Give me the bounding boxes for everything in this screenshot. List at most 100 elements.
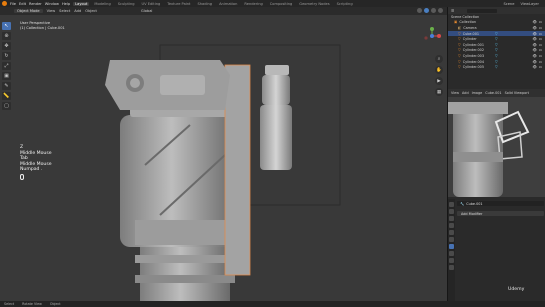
output-props-icon[interactable] — [449, 216, 454, 221]
visibility-eye-icon[interactable]: 👁 — [533, 54, 537, 58]
properties-tabs — [448, 199, 455, 301]
camera-preview-viewport[interactable] — [448, 97, 545, 197]
add-modifier-button[interactable]: Add Modifier — [457, 211, 544, 216]
workspace-tab-compositing[interactable]: Compositing — [268, 2, 295, 6]
material-props-icon[interactable] — [449, 265, 454, 270]
visibility-eye-icon[interactable]: 👁 — [533, 26, 537, 30]
camera-view-icon[interactable]: ▶ — [435, 77, 443, 85]
sub-menu-add[interactable]: Add — [462, 91, 469, 95]
visibility-eye-icon[interactable]: 👁 — [533, 65, 537, 69]
render-visibility-icon[interactable]: ▭ — [539, 26, 542, 30]
workspace-tab-texture-paint[interactable]: Texture Paint — [165, 2, 192, 6]
workspace-tab-shading[interactable]: Shading — [195, 2, 214, 6]
preview-grenade-body — [260, 105, 292, 170]
perspective-toggle-icon[interactable]: ▦ — [435, 88, 443, 96]
blender-logo-icon[interactable] — [2, 1, 7, 6]
render-visibility-icon[interactable]: ▭ — [539, 43, 542, 47]
visibility-eye-icon[interactable]: 👁 — [533, 60, 537, 64]
workspace-tab-scripting[interactable]: Scripting — [335, 2, 355, 6]
modifier-props-icon[interactable] — [449, 244, 454, 249]
workspace-tab-geometry-nodes[interactable]: Geometry Nodes — [297, 2, 331, 6]
visibility-eye-icon[interactable]: 👁 — [533, 37, 537, 41]
workspace-tab-animation[interactable]: Animation — [217, 2, 239, 6]
render-visibility-icon[interactable]: ▭ — [539, 60, 542, 64]
transform-orientation-selector[interactable]: Global — [141, 9, 152, 13]
3d-viewport[interactable]: ↖ ⊕ ✥ ↻ ⤢ ▣ ✎ 📏 ▢ User Perspective (1) C… — [0, 15, 447, 301]
workspace-tab-modeling[interactable]: Modeling — [92, 2, 112, 6]
z-axis-icon[interactable] — [430, 34, 434, 38]
menu-file[interactable]: File — [10, 2, 16, 6]
move-tool-icon[interactable]: ✥ — [2, 42, 11, 50]
outliner-row[interactable]: ▽ Cylinder.005 ▽ 👁 ▭ — [448, 64, 545, 70]
mesh-icon: ▽ — [458, 53, 461, 58]
status-select: Select — [4, 302, 15, 306]
collection-icon: ▣ — [454, 20, 458, 25]
visibility-eye-icon[interactable]: 👁 — [533, 43, 537, 47]
outliner-row-label: Camera — [463, 25, 477, 30]
outliner-search-input[interactable] — [467, 8, 498, 13]
select-tool-icon[interactable]: ↖ — [2, 22, 11, 30]
material-shading-icon[interactable] — [431, 8, 436, 13]
x-axis-icon[interactable] — [437, 34, 441, 38]
menu-help[interactable]: Help — [62, 2, 70, 6]
right-panel: ☰ Scene Collection ▣ Collection 👁 ▭ ◧ Camera 👁… — [447, 7, 545, 301]
object-props-icon[interactable] — [449, 237, 454, 242]
zoom-icon[interactable]: ⌕ — [435, 55, 443, 63]
pan-hand-icon[interactable]: ✋ — [435, 66, 443, 74]
outliner-editor-icon[interactable]: ☰ — [451, 9, 454, 13]
render-visibility-icon[interactable]: ▭ — [539, 48, 542, 52]
sub-image-name[interactable]: Cube.001 — [485, 91, 501, 95]
particles-props-icon[interactable] — [449, 251, 454, 256]
viewport-menu-object[interactable]: Object — [85, 9, 97, 13]
menu-edit[interactable]: Edit — [19, 2, 26, 6]
sub-menu-view[interactable]: View — [451, 91, 459, 95]
render-visibility-icon[interactable]: ▭ — [539, 65, 542, 69]
transform-tool-icon[interactable]: ▣ — [2, 72, 11, 80]
mesh-data-icon: ▽ — [495, 37, 498, 42]
visibility-eye-icon[interactable]: 👁 — [533, 32, 537, 36]
workspace-tab-rendering[interactable]: Rendering — [242, 2, 264, 6]
physics-props-icon[interactable] — [449, 258, 454, 263]
mode-selector[interactable]: Object Mode — [14, 9, 43, 13]
viewport-menu-select[interactable]: Select — [59, 9, 70, 13]
render-props-icon[interactable] — [449, 209, 454, 214]
render-visibility-icon[interactable]: ▭ — [539, 20, 542, 24]
solid-shading-icon[interactable] — [424, 8, 429, 13]
workspace-tab-sculpting[interactable]: Sculpting — [116, 2, 137, 6]
workspace-tab-uv-editing[interactable]: UV Editing — [140, 2, 163, 6]
mesh-data-icon: ▽ — [495, 42, 498, 47]
visibility-eye-icon[interactable]: 👁 — [533, 48, 537, 52]
workspace-tab-layout[interactable]: Layout — [73, 1, 90, 6]
visibility-eye-icon[interactable]: 👁 — [533, 20, 537, 24]
render-visibility-icon[interactable]: ▭ — [539, 54, 542, 58]
navigation-gizmo[interactable] — [423, 27, 441, 45]
rendered-shading-icon[interactable] — [438, 8, 443, 13]
annotate-tool-icon[interactable]: ✎ — [2, 82, 11, 90]
scene-selector[interactable]: Scene — [503, 2, 514, 6]
sub-option[interactable]: Solid Viewport — [505, 91, 529, 95]
render-visibility-icon[interactable]: ▭ — [539, 37, 542, 41]
sub-menu-image[interactable]: Image — [472, 91, 483, 95]
navigation-buttons: ⌕ ✋ ▶ ▦ — [435, 55, 443, 96]
object-name-field[interactable]: 🔧 Cube.001 — [457, 201, 544, 206]
cursor-tool-icon[interactable]: ⊕ — [2, 32, 11, 40]
render-visibility-icon[interactable]: ▭ — [539, 32, 542, 36]
view-layer-selector[interactable]: ViewLayer — [520, 2, 539, 6]
add-cube-tool-icon[interactable]: ▢ — [2, 102, 11, 110]
wireframe-shading-icon[interactable] — [417, 8, 422, 13]
status-bar: Select Rotate View Object — [0, 301, 545, 307]
rotate-tool-icon[interactable]: ↻ — [2, 52, 11, 60]
viewport-menu-add[interactable]: Add — [74, 9, 81, 13]
outliner-row-label: Cylinder.005 — [462, 65, 484, 70]
menu-render[interactable]: Render — [29, 2, 42, 6]
y-axis-icon[interactable] — [430, 27, 434, 31]
measure-tool-icon[interactable]: 📏 — [2, 92, 11, 100]
menu-window[interactable]: Window — [45, 2, 59, 6]
selected-lever-cube — [224, 64, 251, 276]
viewport-menu-view[interactable]: View — [47, 9, 56, 13]
tool-props-icon[interactable] — [449, 202, 454, 207]
scene-props-icon[interactable] — [449, 223, 454, 228]
scale-tool-icon[interactable]: ⤢ — [2, 62, 11, 70]
world-props-icon[interactable] — [449, 230, 454, 235]
udemy-watermark: Udemy — [508, 287, 525, 292]
